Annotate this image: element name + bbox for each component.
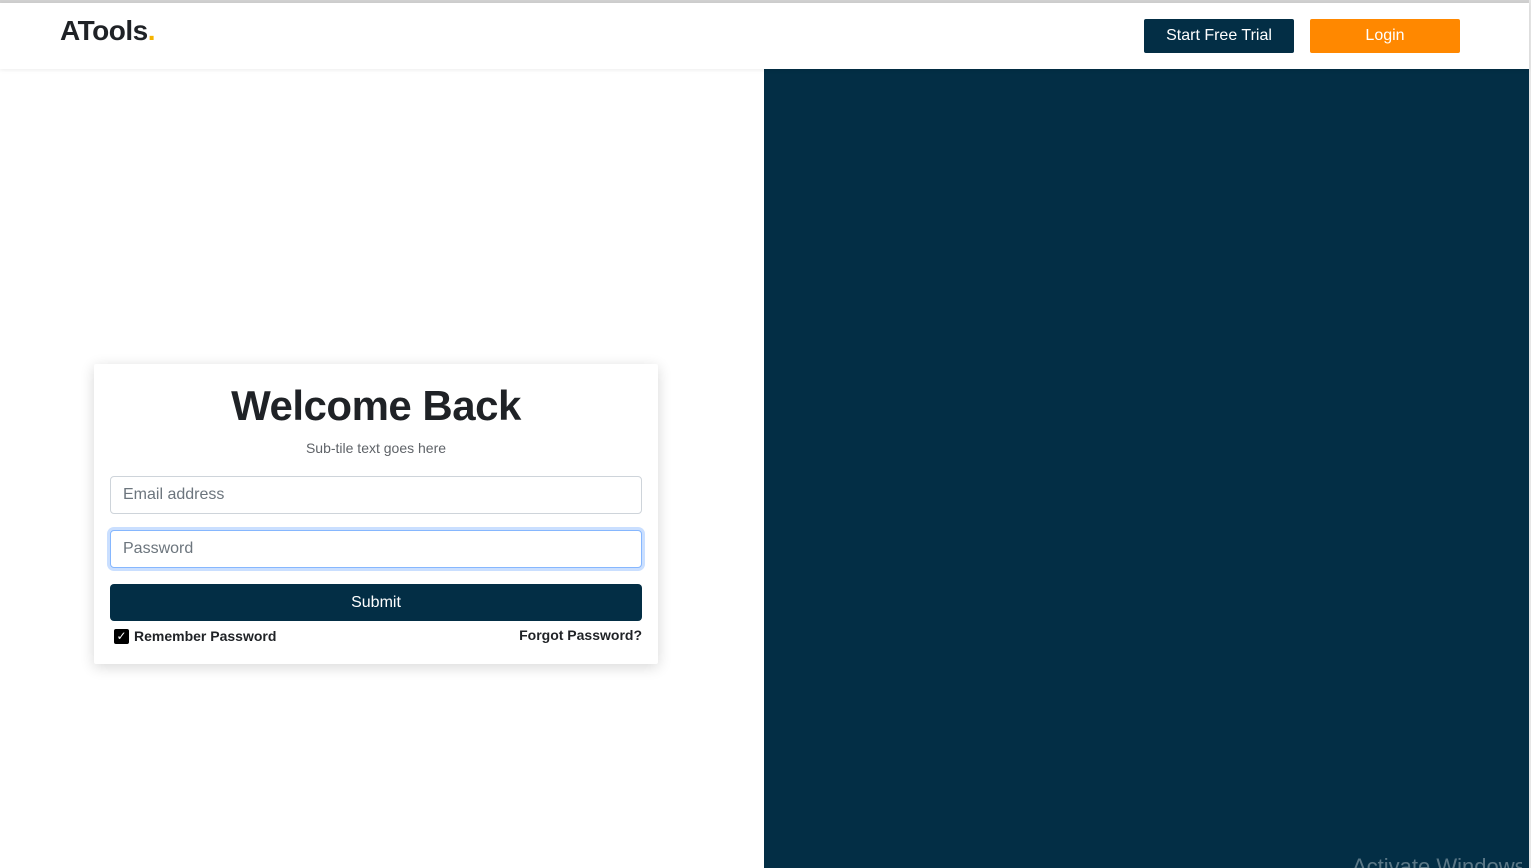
submit-button[interactable]: Submit bbox=[110, 584, 642, 621]
checkmark-icon: ✓ bbox=[116, 629, 127, 643]
password-field[interactable] bbox=[110, 530, 642, 568]
login-button[interactable]: Login bbox=[1310, 19, 1460, 53]
logo-dot: . bbox=[147, 15, 156, 46]
email-field[interactable] bbox=[110, 476, 642, 514]
remember-password-label: Remember Password bbox=[134, 628, 277, 644]
login-title: Welcome Back bbox=[231, 382, 521, 429]
start-free-trial-button[interactable]: Start Free Trial bbox=[1144, 19, 1294, 53]
activate-windows-watermark: Activate Windows bbox=[1352, 856, 1522, 868]
login-card: Welcome Back Sub-tile text goes here Sub… bbox=[94, 364, 658, 664]
top-navbar: ATools. Start Free Trial Login bbox=[0, 3, 1529, 69]
right-hero-panel bbox=[764, 69, 1529, 868]
remember-password-checkbox[interactable]: ✓ bbox=[114, 628, 129, 644]
logo-text: ATools bbox=[60, 15, 148, 46]
forgot-password-link[interactable]: Forgot Password? bbox=[519, 627, 642, 643]
brand-logo[interactable]: ATools. bbox=[60, 15, 156, 47]
login-subtitle: Sub-tile text goes here bbox=[305, 440, 447, 456]
remember-password-row[interactable]: ✓ Remember Password bbox=[114, 627, 276, 645]
